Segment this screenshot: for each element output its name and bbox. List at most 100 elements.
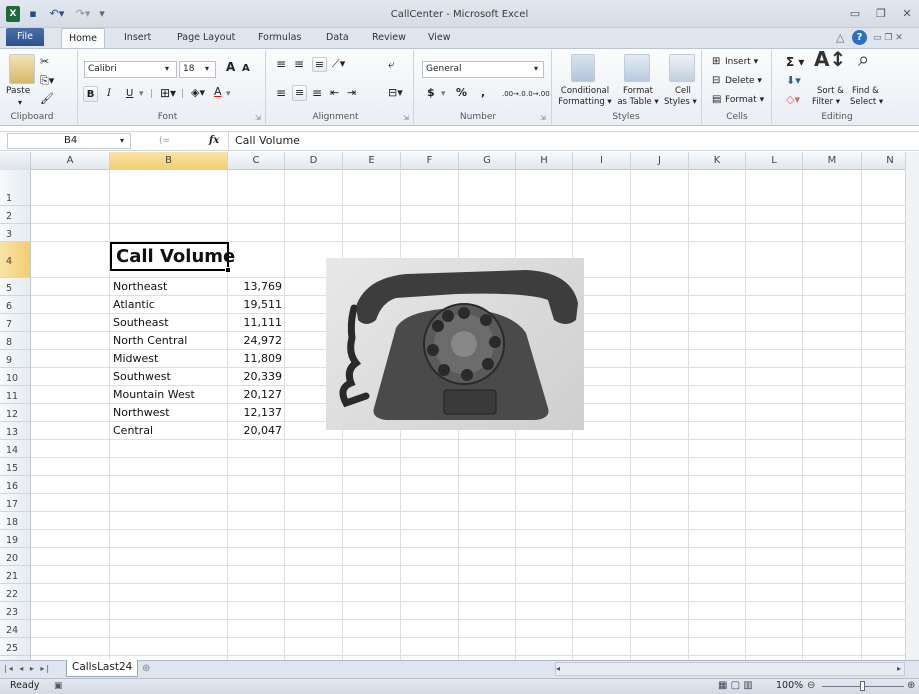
call-volume-cell[interactable]: 12,137 — [228, 404, 283, 422]
format-as-table-icon[interactable] — [624, 54, 650, 82]
minimize-icon[interactable]: ▭ — [846, 6, 864, 22]
clear-icon[interactable]: ◇▾ — [786, 93, 800, 107]
merge-center-icon[interactable]: ⊟▾ — [388, 86, 403, 100]
tab-insert[interactable]: Insert — [118, 28, 157, 48]
align-top-icon[interactable]: ≡ — [276, 57, 286, 71]
sort-filter-sub[interactable]: Filter ▾ — [812, 95, 840, 109]
column-header-k[interactable]: K — [689, 152, 746, 170]
name-box[interactable]: B4 — [7, 133, 131, 149]
row-header-9[interactable]: 9 — [0, 350, 31, 368]
column-header-f[interactable]: F — [401, 152, 459, 170]
row-header-12[interactable]: 12 — [0, 404, 31, 422]
region-name-cell[interactable]: Northeast — [113, 278, 167, 296]
region-name-cell[interactable]: Northwest — [113, 404, 170, 422]
telephone-image[interactable] — [326, 258, 584, 430]
close-icon[interactable]: ✕ — [898, 6, 916, 22]
row-header-24[interactable]: 24 — [0, 620, 31, 638]
row-header-5[interactable]: 5 — [0, 278, 31, 296]
insert-function-button[interactable]: fx — [209, 134, 219, 148]
column-header-c[interactable]: C — [228, 152, 285, 170]
find-select-sub[interactable]: Select ▾ — [850, 95, 883, 109]
align-center-icon[interactable]: ≡ — [292, 85, 307, 101]
delete-cells-icon[interactable]: ⊟ — [712, 74, 720, 88]
scroll-right-icon[interactable]: ▸ — [897, 662, 901, 676]
currency-button[interactable]: $ — [427, 86, 435, 100]
conditional-formatting-icon[interactable] — [571, 54, 595, 82]
region-name-cell[interactable]: Atlantic — [113, 296, 155, 314]
row-header-3[interactable]: 3 — [0, 224, 31, 242]
decrease-decimal-button[interactable]: .0→.00 — [526, 87, 550, 101]
call-volume-cell[interactable]: 13,769 — [228, 278, 283, 296]
row-header-10[interactable]: 10 — [0, 368, 31, 386]
currency-dropdown-icon[interactable]: ▾ — [441, 87, 446, 101]
insert-cells-button[interactable]: Insert ▾ — [725, 55, 758, 69]
zoom-level[interactable]: 100% — [776, 679, 803, 693]
tab-review[interactable]: Review — [366, 28, 412, 48]
row-header-11[interactable]: 11 — [0, 386, 31, 404]
column-header-d[interactable]: D — [285, 152, 343, 170]
region-name-cell[interactable]: Southwest — [113, 368, 171, 386]
name-box-dropdown-icon[interactable]: ▾ — [120, 134, 124, 148]
format-cells-button[interactable]: Format ▾ — [725, 93, 764, 107]
comma-style-button[interactable]: , — [481, 86, 485, 100]
call-volume-cell[interactable]: 20,127 — [228, 386, 283, 404]
paste-icon[interactable] — [9, 54, 35, 84]
column-header-a[interactable]: A — [31, 152, 110, 170]
align-left-icon[interactable]: ≡ — [276, 86, 286, 100]
column-header-l[interactable]: L — [746, 152, 803, 170]
tab-page-layout[interactable]: Page Layout — [171, 28, 241, 48]
conditional-formatting-sub[interactable]: Formatting ▾ — [552, 95, 618, 109]
align-right-icon[interactable]: ≡ — [312, 86, 322, 100]
shrink-font-button[interactable]: A — [242, 62, 250, 76]
region-name-cell[interactable]: Central — [113, 422, 153, 440]
row-header-25[interactable]: 25 — [0, 638, 31, 656]
row-header-17[interactable]: 17 — [0, 494, 31, 512]
table-header[interactable]: Call Volume — [116, 245, 235, 269]
zoom-slider-thumb[interactable] — [860, 681, 865, 691]
number-dialog-launcher-icon[interactable]: ⇲ — [540, 111, 546, 125]
underline-button[interactable]: U — [126, 87, 133, 101]
row-header-2[interactable]: 2 — [0, 206, 31, 224]
align-bottom-icon[interactable]: ≡ — [312, 57, 327, 72]
zoom-in-icon[interactable]: ⊕ — [907, 679, 915, 693]
row-header-15[interactable]: 15 — [0, 458, 31, 476]
sort-filter-icon[interactable]: A↕ — [814, 49, 846, 69]
italic-button[interactable]: I — [107, 87, 111, 101]
row-header-8[interactable]: 8 — [0, 332, 31, 350]
font-size-select[interactable]: 18 — [179, 61, 216, 78]
find-select-icon[interactable]: ⌕ — [858, 49, 869, 69]
grow-font-button[interactable]: A — [226, 60, 235, 74]
column-header-g[interactable]: G — [459, 152, 516, 170]
save-icon[interactable]: ▪ — [26, 6, 40, 22]
copy-icon[interactable]: ⎘▾ — [40, 74, 54, 88]
increase-decimal-button[interactable]: .00→.0 — [502, 87, 526, 101]
font-color-dropdown-icon[interactable]: ▾ — [226, 87, 231, 101]
call-volume-cell[interactable]: 24,972 — [228, 332, 283, 350]
tab-data[interactable]: Data — [320, 28, 355, 48]
cell-styles-icon[interactable] — [669, 54, 695, 82]
help-icon[interactable]: ? — [852, 30, 867, 45]
view-buttons-icon[interactable]: ▦ ▢ ▥ — [718, 679, 753, 693]
doc-window-controls-icon[interactable]: ▭ ❐ ✕ — [873, 31, 903, 45]
tab-home[interactable]: Home — [61, 28, 105, 49]
insert-sheet-icon[interactable]: ⊕ — [142, 662, 150, 676]
call-volume-cell[interactable]: 11,111 — [228, 314, 283, 332]
region-name-cell[interactable]: Midwest — [113, 350, 158, 368]
restore-icon[interactable]: ❐ — [872, 6, 890, 22]
row-header-1[interactable]: 1 — [0, 188, 31, 206]
formula-cancel-icon[interactable]: (= — [159, 134, 170, 148]
vertical-scrollbar[interactable] — [905, 152, 919, 660]
format-as-table-sub[interactable]: as Table ▾ — [614, 95, 662, 109]
format-cells-icon[interactable]: ▤ — [712, 93, 721, 107]
font-name-select[interactable]: Calibri — [84, 61, 177, 78]
row-header-18[interactable]: 18 — [0, 512, 31, 530]
call-volume-cell[interactable]: 20,339 — [228, 368, 283, 386]
zoom-out-icon[interactable]: ⊖ — [807, 679, 815, 693]
undo-icon[interactable]: ↶▾ — [46, 6, 68, 22]
column-header-i[interactable]: I — [573, 152, 631, 170]
row-header-13[interactable]: 13 — [0, 422, 31, 440]
decrease-indent-icon[interactable]: ⇤ — [330, 86, 339, 100]
row-header-20[interactable]: 20 — [0, 548, 31, 566]
customize-qat-icon[interactable]: ▾ — [96, 6, 108, 22]
align-middle-icon[interactable]: ≡ — [294, 57, 304, 71]
